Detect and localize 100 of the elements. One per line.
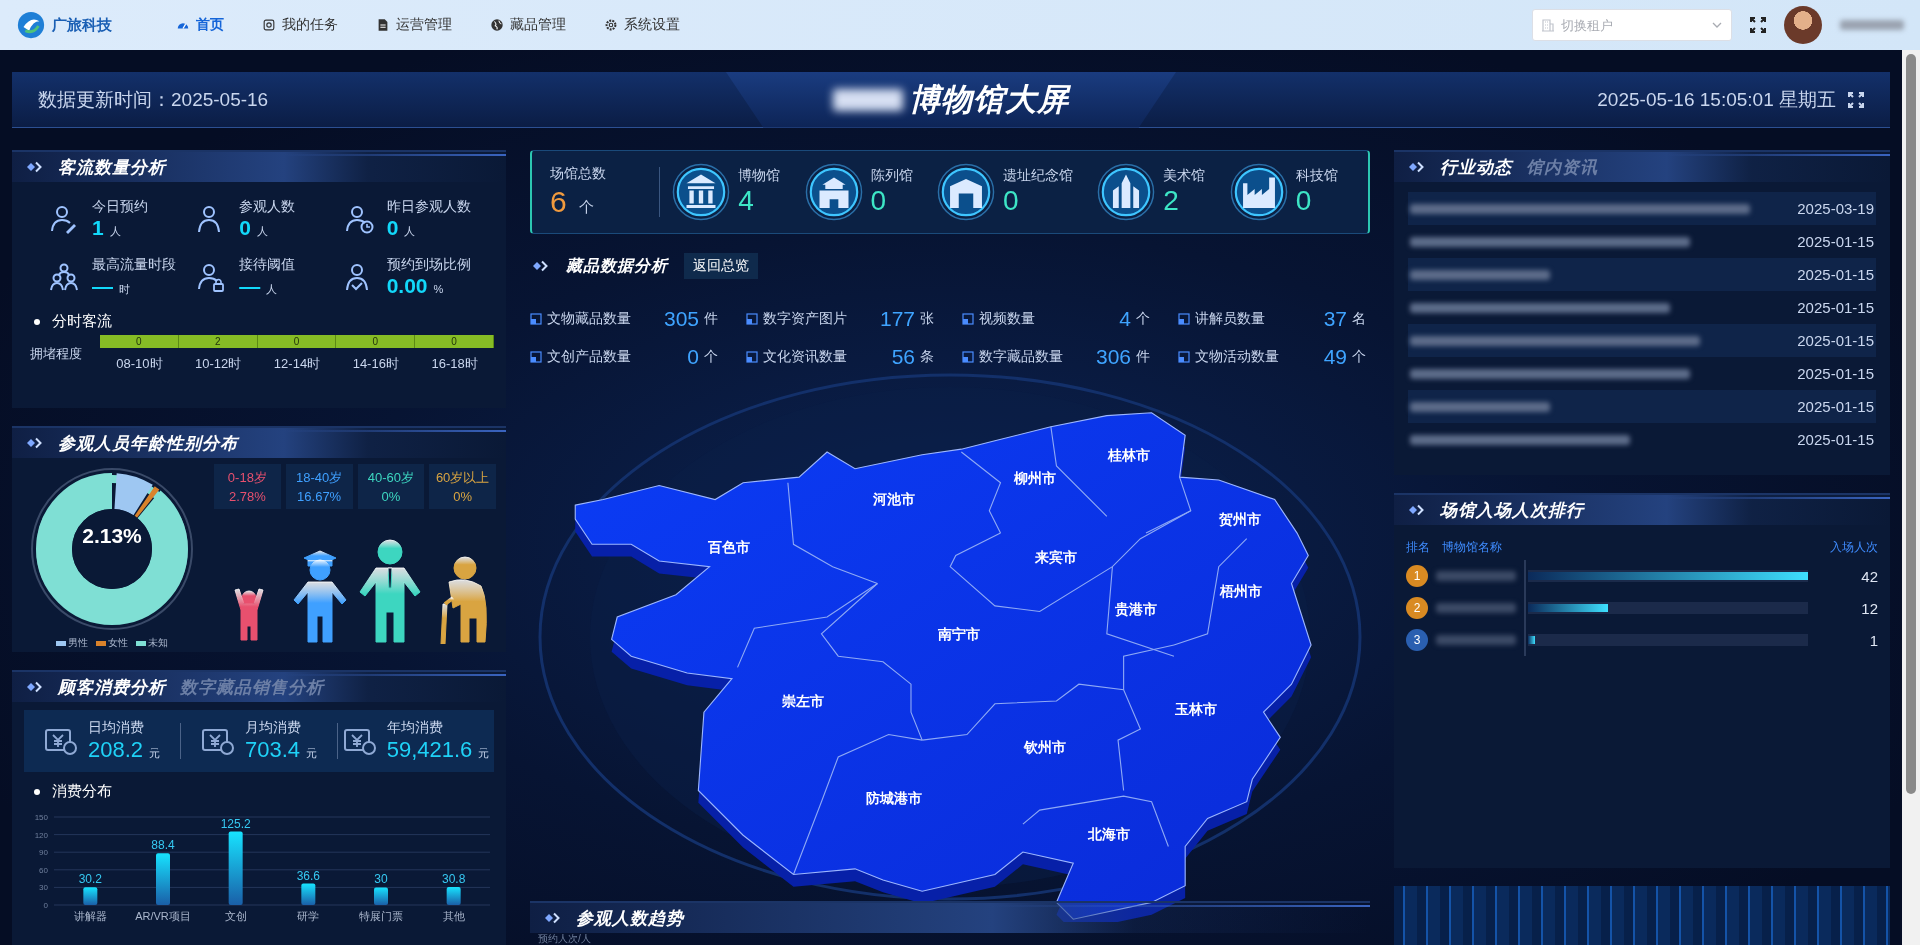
nav-item[interactable]: 我的任务 <box>248 10 352 40</box>
news-row[interactable]: 2025-01-15 <box>1408 258 1876 291</box>
city-label[interactable]: 北海市 <box>1088 825 1130 844</box>
back-button[interactable]: 返回总览 <box>684 253 758 279</box>
city-label[interactable]: 防城港市 <box>866 790 923 809</box>
city-label[interactable]: 玉林市 <box>1175 700 1218 719</box>
avatar[interactable] <box>1784 6 1822 44</box>
city-label[interactable]: 南宁市 <box>937 626 980 645</box>
city-label[interactable]: 柳州市 <box>1014 470 1056 489</box>
news-date: 2025-01-15 <box>1797 299 1874 316</box>
news-row[interactable]: 2025-01-15 <box>1408 225 1876 258</box>
double-arrow-icon <box>26 437 44 449</box>
donut-center-value: 2.13% <box>81 524 143 548</box>
stat-value: 0 <box>239 216 251 239</box>
city-label[interactable]: 梧州市 <box>1220 582 1263 601</box>
city-label[interactable]: 钦州市 <box>1023 738 1066 757</box>
rank-badge: 3 <box>1406 629 1428 651</box>
towers-icon <box>1097 163 1156 221</box>
square-icon <box>962 313 974 325</box>
nav-item[interactable]: 系统设置 <box>590 10 694 40</box>
square-icon <box>962 351 974 363</box>
unit-label: 元 <box>149 747 161 759</box>
unit-label: 元 <box>478 747 490 759</box>
stat-label: 接待阈值 <box>239 256 296 274</box>
scrollbar[interactable] <box>1902 50 1920 945</box>
time-label: 10-12时 <box>194 355 243 373</box>
bullet-dot <box>34 318 40 325</box>
nav-item[interactable]: 首页 <box>162 10 238 40</box>
age-share: 2.78% <box>228 489 266 504</box>
double-arrow-icon <box>26 681 44 693</box>
city-label[interactable]: 百色市 <box>708 539 751 558</box>
unit-label: 名 <box>1352 310 1367 328</box>
stat-value: 208.2 <box>87 737 144 762</box>
unit-label: 个 <box>1136 310 1151 328</box>
metric-label: 文物活动数量 <box>1195 348 1280 366</box>
time-label: 16-18时 <box>430 355 479 373</box>
city-label[interactable]: 桂林市 <box>1108 447 1150 466</box>
news-row[interactable]: 2025-01-15 <box>1408 423 1876 456</box>
stat-label: 预约到场比例 <box>386 256 471 274</box>
chart-bar <box>156 853 170 905</box>
panel-tab[interactable]: 顾客消费分析 <box>58 675 166 699</box>
column-header: 排名 <box>1406 539 1430 556</box>
unit-label: 个 <box>578 198 594 215</box>
metric-value: 0 <box>687 345 699 369</box>
update-time: 数据更新时间：2025-05-16 <box>38 87 270 112</box>
rank-badge: 2 <box>1406 597 1428 619</box>
factory-icon <box>1229 163 1288 221</box>
city-label[interactable]: 崇左市 <box>781 692 824 711</box>
globe-icon <box>490 18 504 32</box>
metric-value: 49 <box>1323 345 1347 369</box>
panel-title: 参观人数趋势 <box>576 907 684 930</box>
news-row[interactable]: 2025-01-15 <box>1408 357 1876 390</box>
age-range: 40-60岁 <box>367 469 414 487</box>
stat-value: 0 <box>386 216 399 239</box>
unit-label: 人 <box>257 225 268 237</box>
square-icon <box>1178 313 1190 325</box>
age-range: 60岁以上 <box>435 469 490 487</box>
panel-title: 参观人员年龄性别分布 <box>58 432 238 455</box>
panel-tab[interactable]: 行业动态 <box>1440 155 1512 179</box>
news-row[interactable]: 2025-01-15 <box>1408 390 1876 423</box>
congestion-cell: 0 <box>257 335 337 348</box>
data-label: 30.2 <box>78 872 102 887</box>
data-label: 30.8 <box>442 871 466 886</box>
category-label: 文创 <box>224 910 247 922</box>
city-label[interactable]: 来宾市 <box>1035 549 1078 568</box>
panel-title: 场馆入场人次排行 <box>1440 499 1584 522</box>
city-label[interactable]: 贺州市 <box>1219 511 1261 530</box>
category-label: AR/VR项目 <box>135 910 191 922</box>
congestion-cell: 0 <box>415 335 494 348</box>
data-label: 88.4 <box>151 838 175 853</box>
unit-label: 件 <box>1136 348 1151 366</box>
legend-label: 未知 <box>148 636 168 650</box>
age-share: 16.67% <box>297 489 342 504</box>
double-arrow-icon <box>544 912 562 924</box>
section-title: 消费分布 <box>52 782 112 801</box>
entry-count: 42 <box>1860 567 1878 585</box>
metric-value: 4 <box>1119 307 1131 331</box>
column-header: 入场人次 <box>1830 539 1878 556</box>
age-range: 0-18岁 <box>227 469 267 487</box>
fullscreen-icon[interactable] <box>1750 17 1766 33</box>
nav-item[interactable]: 藏品管理 <box>476 10 580 40</box>
target-icon <box>262 18 276 32</box>
news-row[interactable]: 2025-03-19 <box>1408 192 1876 225</box>
stat-label: 昨日参观人数 <box>386 198 471 216</box>
metric-value: 177 <box>879 307 915 331</box>
nav-item[interactable]: 运营管理 <box>362 10 466 40</box>
data-label: 125.2 <box>220 816 251 831</box>
metric-value: 56 <box>891 345 915 369</box>
congestion-cell: 2 <box>178 335 258 348</box>
news-row[interactable]: 2025-01-15 <box>1408 324 1876 357</box>
venue-type-label: 遗址纪念馆 <box>1002 167 1073 185</box>
city-label[interactable]: 河池市 <box>873 490 916 509</box>
tenant-select[interactable]: 切换租户 <box>1532 9 1732 41</box>
news-row[interactable]: 2025-01-15 <box>1408 291 1876 324</box>
news-date: 2025-01-15 <box>1797 431 1874 448</box>
axis-tick-label: 0 <box>43 901 48 910</box>
museum-icon <box>672 163 731 221</box>
metric-value: 306 <box>1095 345 1131 369</box>
unit-label: 人 <box>266 283 278 295</box>
city-label[interactable]: 贵港市 <box>1115 600 1158 619</box>
